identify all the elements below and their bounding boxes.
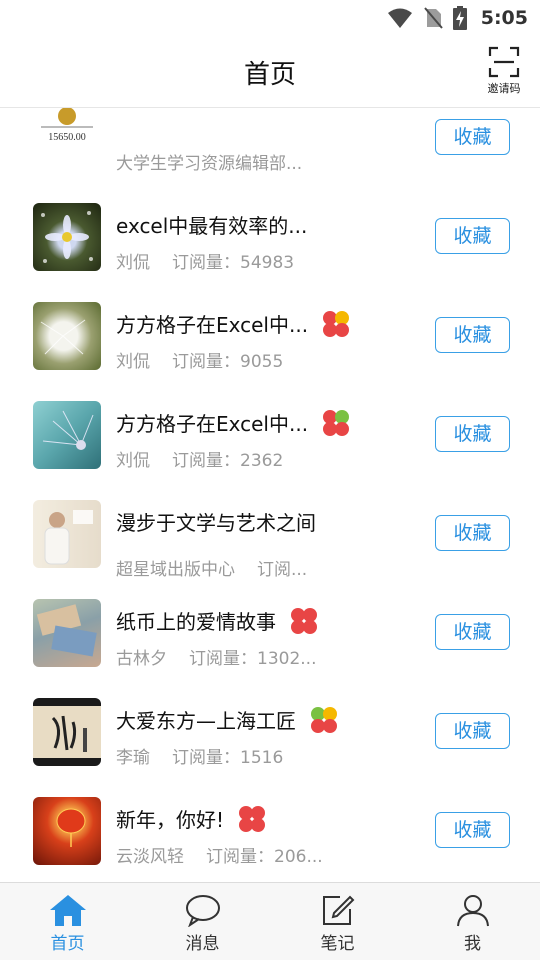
home-icon xyxy=(49,895,86,926)
favorite-button[interactable]: 收藏 xyxy=(435,416,510,452)
bottom-tab-bar: 首页 消息 笔记 我 xyxy=(0,882,540,960)
wifi-icon xyxy=(387,8,412,28)
item-thumbnail xyxy=(33,698,101,766)
item-thumbnail xyxy=(33,797,101,865)
favorite-button[interactable]: 收藏 xyxy=(435,812,510,848)
status-time: 5:05 xyxy=(480,7,528,29)
tab-notes[interactable]: 笔记 xyxy=(270,883,405,960)
list-item[interactable]: 纸币上的爱情故事 古林夕 订阅量：1302... 收藏 xyxy=(0,566,540,669)
invite-code-button[interactable]: 邀请码 xyxy=(486,46,522,98)
user-icon xyxy=(456,895,489,927)
item-subscriptions: 订阅量：206... xyxy=(206,847,323,867)
scan-icon xyxy=(488,46,520,78)
item-title: 方方格子在Excel中... xyxy=(116,408,350,437)
favorite-button[interactable]: 收藏 xyxy=(435,119,510,155)
item-title: 新年，你好! xyxy=(116,804,266,833)
item-thumbnail xyxy=(33,500,101,568)
no-sim-icon xyxy=(423,7,443,29)
subscription-list-viewport[interactable]: 15650.00 大学生学习资源编辑部... 收藏 excel中最有效率的...… xyxy=(0,108,540,882)
item-thumbnail xyxy=(33,401,101,469)
favorite-button[interactable]: 收藏 xyxy=(435,515,510,551)
message-icon xyxy=(185,895,220,927)
list-item[interactable]: 方方格子在Excel中... 刘侃 订阅量：2362 收藏 xyxy=(0,368,540,471)
item-author: 云淡风轻 xyxy=(116,847,184,867)
favorite-button[interactable]: 收藏 xyxy=(435,218,510,254)
list-item[interactable]: 新年，你好! 云淡风轻 订阅量：206... 收藏 xyxy=(0,764,540,867)
thumb-caption: 15650.00 xyxy=(48,132,86,143)
favorite-button[interactable]: 收藏 xyxy=(435,614,510,650)
clover-icon xyxy=(323,310,350,337)
list-item[interactable]: 15650.00 大学生学习资源编辑部... 收藏 xyxy=(0,108,540,174)
tab-label: 消息 xyxy=(185,934,220,954)
invite-code-label: 邀请码 xyxy=(487,82,521,95)
tab-label: 我 xyxy=(464,934,481,954)
item-thumbnail: 15650.00 xyxy=(33,108,101,172)
item-title: excel中最有效率的... xyxy=(116,214,308,238)
clover-icon xyxy=(291,607,317,634)
list-item[interactable]: 大爱东方—上海工匠 李瑜 订阅量：1516 收藏 xyxy=(0,665,540,768)
clover-icon xyxy=(323,409,350,436)
clover-icon xyxy=(239,805,266,832)
note-icon xyxy=(322,895,354,925)
tab-me[interactable]: 我 xyxy=(405,883,540,960)
list-item[interactable]: excel中最有效率的... 刘侃 订阅量：54983 收藏 xyxy=(0,170,540,273)
favorite-button[interactable]: 收藏 xyxy=(435,317,510,353)
app-header: 首页 邀请码 xyxy=(0,36,540,108)
item-meta: 云淡风轻 订阅量：206... xyxy=(116,842,323,867)
list-item[interactable]: 方方格子在Excel中... 刘侃 订阅量：9055 收藏 xyxy=(0,269,540,372)
battery-charging-icon xyxy=(452,6,467,30)
tab-label: 首页 xyxy=(50,934,85,954)
subscription-list: 15650.00 大学生学习资源编辑部... 收藏 excel中最有效率的...… xyxy=(0,108,540,867)
item-thumbnail xyxy=(33,599,101,667)
favorite-button[interactable]: 收藏 xyxy=(435,713,510,749)
tab-messages[interactable]: 消息 xyxy=(135,883,270,960)
item-thumbnail xyxy=(33,302,101,370)
list-item[interactable]: 漫步于文学与艺术之间 超星域出版中心 订阅... 收藏 xyxy=(0,467,540,580)
clover-icon xyxy=(311,706,337,733)
item-title: 方方格子在Excel中... xyxy=(116,309,350,338)
item-title: 大爱东方—上海工匠 xyxy=(116,705,338,734)
item-thumbnail xyxy=(33,203,101,271)
page-title: 首页 xyxy=(243,60,296,90)
item-title: 漫步于文学与艺术之间 xyxy=(116,511,316,535)
status-bar: 5:05 xyxy=(0,0,540,36)
status-icons: 5:05 xyxy=(387,6,528,30)
tab-label: 笔记 xyxy=(320,934,355,954)
tab-home[interactable]: 首页 xyxy=(0,883,135,960)
item-title: 纸币上的爱情故事 xyxy=(116,606,318,635)
